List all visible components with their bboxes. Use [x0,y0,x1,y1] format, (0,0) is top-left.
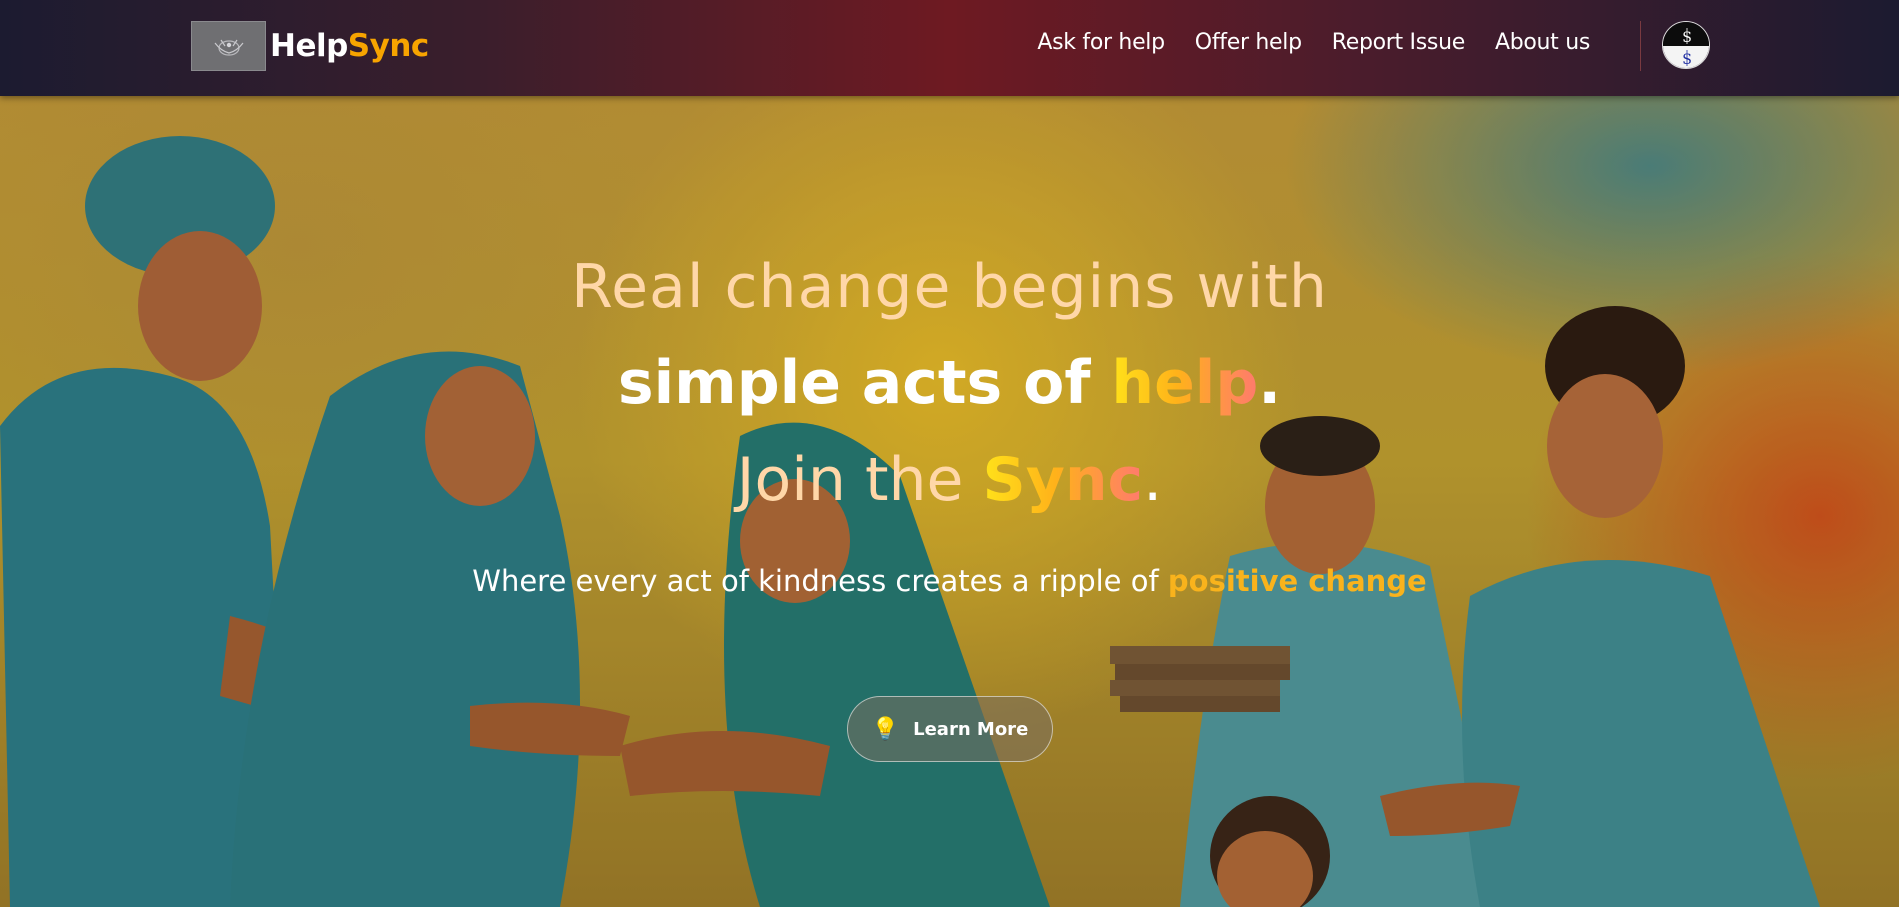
hero-line3-text: Join the [736,445,983,515]
brand-name[interactable]: HelpSync [270,28,429,64]
nav-link-about-us[interactable]: About us [1495,30,1590,55]
hero-line3-period: . [1143,445,1163,515]
user-avatar-icon: S S [1663,22,1709,68]
hero-headline-line2: simple acts of help. [0,348,1899,418]
hero-tagline: Where every act of kindness creates a ri… [0,564,1899,598]
helpsync-logo-icon[interactable] [191,21,266,71]
brand-name-help: Help [270,28,348,64]
hero-line2-text: simple acts of [617,348,1112,418]
lightbulb-icon: 💡 [871,716,900,742]
hero-line2-period: . [1258,348,1282,418]
learn-more-button[interactable]: 💡 Learn More [847,696,1053,762]
nav-divider [1640,21,1641,71]
hero-headline-line1: Real change begins with [571,252,1328,322]
hero-headline-line3: Join the Sync. [0,445,1899,515]
hero-tagline-text: Where every act of kindness creates a ri… [472,564,1168,598]
hero-tagline-accent: positive change [1167,564,1427,598]
nav-link-offer-help[interactable]: Offer help [1195,30,1302,55]
navbar: HelpSync Ask for help Offer help Report … [0,0,1899,96]
main-nav: Ask for help Offer help Report Issue Abo… [1037,30,1590,55]
brand[interactable]: HelpSync [191,21,429,71]
hero-line3-sync: Sync [982,445,1144,515]
nav-link-report-issue[interactable]: Report Issue [1332,30,1466,55]
learn-more-label: Learn More [913,718,1029,740]
brand-name-sync: Sync [347,28,429,64]
user-avatar[interactable]: S S [1662,21,1710,69]
hero-section: Real change begins with simple acts of h… [0,96,1899,907]
nav-link-ask-for-help[interactable]: Ask for help [1037,30,1165,55]
hero-line2-help: help [1111,348,1259,418]
